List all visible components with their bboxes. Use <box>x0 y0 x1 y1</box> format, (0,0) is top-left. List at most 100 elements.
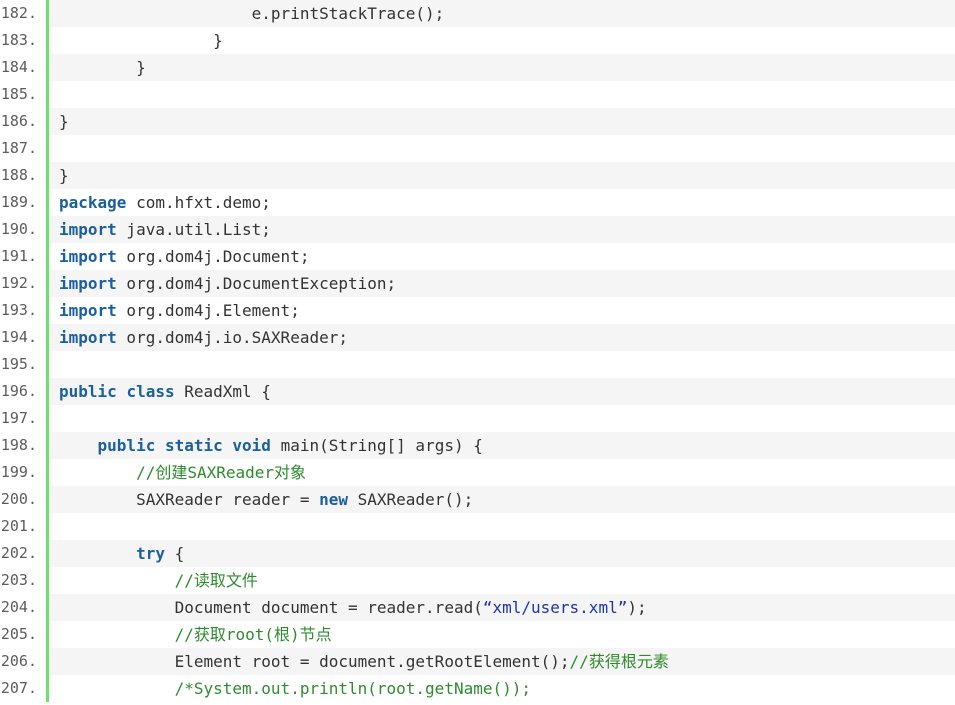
line-number: 182. <box>0 0 46 27</box>
gutter-marker <box>46 81 49 108</box>
gutter-marker <box>46 459 49 486</box>
code-text: e.printStackTrace(); <box>59 0 445 27</box>
line-number: 183. <box>0 27 46 54</box>
keyword-token: class <box>126 382 175 401</box>
keyword-token: import <box>59 274 117 293</box>
line-number: 192. <box>0 270 46 297</box>
gutter-marker <box>46 0 49 27</box>
code-line: 182. e.printStackTrace(); <box>0 0 955 27</box>
line-number: 186. <box>0 108 46 135</box>
code-token: java.util.List; <box>116 220 271 239</box>
line-number: 188. <box>0 162 46 189</box>
keyword-token: public <box>59 382 117 401</box>
code-text: } <box>59 27 223 54</box>
line-number: 205. <box>0 621 46 648</box>
keyword-token: public <box>97 436 156 455</box>
code-text: import org.dom4j.DocumentException; <box>59 270 396 297</box>
code-line: 199. //创建SAXReader对象 <box>0 459 955 486</box>
code-text: } <box>59 54 146 81</box>
line-number: 184. <box>0 54 46 81</box>
line-number: 204. <box>0 594 46 621</box>
code-text: public class ReadXml { <box>59 378 271 405</box>
code-text: } <box>59 162 69 189</box>
code-line: 193. import org.dom4j.Element; <box>0 297 955 324</box>
code-line: 183. } <box>0 27 955 54</box>
line-number: 189. <box>0 189 46 216</box>
gutter-marker <box>46 378 49 405</box>
code-line: 200. SAXReader reader = new SAXReader(); <box>0 486 955 513</box>
code-line: 201. <box>0 513 955 540</box>
line-number: 203. <box>0 567 46 594</box>
line-number: 197. <box>0 405 46 432</box>
gutter-marker <box>46 567 49 594</box>
keyword-token: import <box>59 220 117 239</box>
comment-token: //获取root(根)节点 <box>174 625 332 644</box>
comment-token: //读取文件 <box>174 571 258 590</box>
code-viewer: 182. e.printStackTrace(); 183. } 184. } 185… <box>0 0 955 705</box>
code-line: 187. <box>0 135 955 162</box>
code-token: Document document = reader.read( <box>174 598 483 617</box>
code-text: try { <box>59 540 184 567</box>
code-token: } <box>213 31 223 50</box>
gutter-marker <box>46 162 49 189</box>
line-number: 199. <box>0 459 46 486</box>
code-line: 204. Document document = reader.read(“xm… <box>0 594 955 621</box>
code-line: 191. import org.dom4j.Document; <box>0 243 955 270</box>
code-token: } <box>136 58 146 77</box>
code-line: 206. Element root = document.getRootElem… <box>0 648 955 675</box>
code-text: //获取root(根)节点 <box>59 621 332 648</box>
gutter-marker <box>46 216 49 243</box>
line-number: 187. <box>0 135 46 162</box>
code-token: Element root = document.getRootElement()… <box>174 652 570 671</box>
keyword-token: import <box>59 301 117 320</box>
code-line: 196. public class ReadXml { <box>0 378 955 405</box>
gutter-marker <box>46 540 49 567</box>
keyword-token: static <box>164 436 223 455</box>
code-token: org.dom4j.Document; <box>116 247 310 266</box>
line-number: 198. <box>0 432 46 459</box>
code-token: org.dom4j.Element; <box>116 301 300 320</box>
code-token: ReadXml { <box>174 382 271 401</box>
code-token: SAXReader reader = <box>136 490 320 509</box>
code-text: //读取文件 <box>59 567 258 594</box>
code-line: 194. import org.dom4j.io.SAXReader; <box>0 324 955 351</box>
gutter-marker <box>46 189 49 216</box>
code-line: 192. import org.dom4j.DocumentException; <box>0 270 955 297</box>
line-number: 193. <box>0 297 46 324</box>
code-line: 188.} <box>0 162 955 189</box>
code-text: SAXReader reader = new SAXReader(); <box>59 486 473 513</box>
code-token: { <box>164 544 185 563</box>
code-token: org.dom4j.DocumentException; <box>116 274 397 293</box>
comment-token: //获得根元素 <box>569 652 669 671</box>
code-line: 197. <box>0 405 955 432</box>
gutter-marker <box>46 621 49 648</box>
line-number: 195. <box>0 351 46 378</box>
gutter-marker <box>46 486 49 513</box>
gutter-marker <box>46 675 49 702</box>
gutter-marker <box>46 513 49 540</box>
code-text: import java.util.List; <box>59 216 271 243</box>
comment-token: /*System.out.println(root.getName()); <box>174 679 532 698</box>
code-line: 198. public static void main(String[] ar… <box>0 432 955 459</box>
gutter-marker <box>46 54 49 81</box>
code-text: //创建SAXReader对象 <box>59 459 306 486</box>
code-text: import org.dom4j.Element; <box>59 297 300 324</box>
line-number: 200. <box>0 486 46 513</box>
comment-token: //创建SAXReader对象 <box>136 463 307 482</box>
line-number: 202. <box>0 540 46 567</box>
keyword-token: import <box>59 247 117 266</box>
code-token: e.printStackTrace(); <box>251 4 445 23</box>
gutter-marker <box>46 243 49 270</box>
code-line: 195. <box>0 351 955 378</box>
line-number: 206. <box>0 648 46 675</box>
